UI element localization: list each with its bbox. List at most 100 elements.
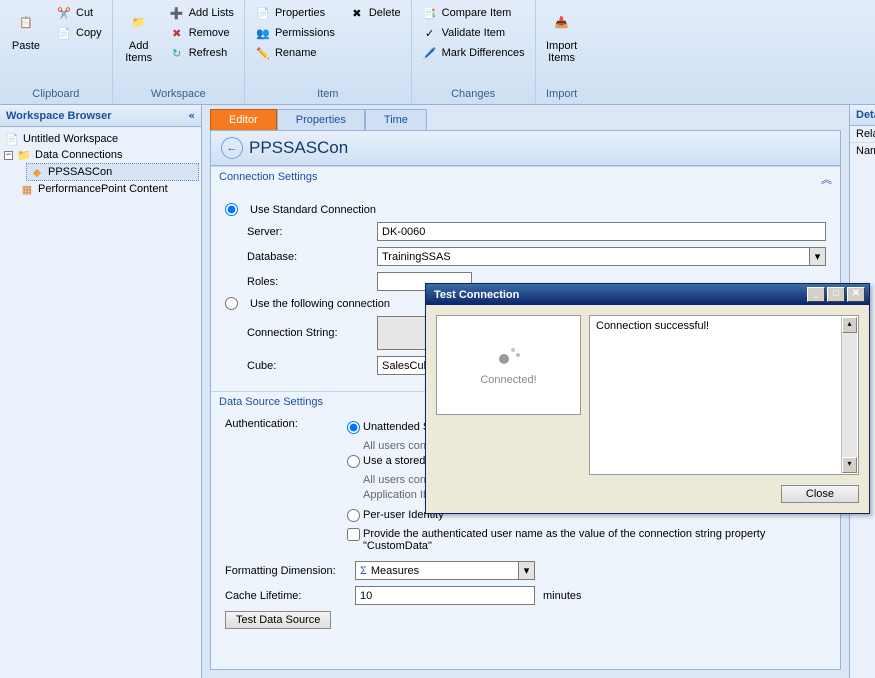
paste-icon: 📋 [10, 6, 42, 38]
compare-item-button[interactable]: 📑Compare Item [418, 4, 529, 22]
paste-label: Paste [12, 40, 40, 52]
item-group-label: Item [251, 86, 405, 104]
changes-group-label: Changes [418, 86, 529, 104]
add-items-button[interactable]: 📁 Add Items [119, 2, 159, 64]
import-items-label: Import Items [546, 40, 577, 64]
tree-node-ppc-label: PerformancePoint Content [38, 183, 168, 195]
collapse-icon[interactable]: « [188, 109, 195, 122]
use-following-connection-label: Use the following connection [250, 298, 390, 310]
tab-time[interactable]: Time [365, 109, 427, 130]
remove-label: Remove [189, 27, 230, 39]
dialog-close-button[interactable]: ✕ [847, 287, 865, 302]
properties-label: Properties [275, 7, 325, 19]
import-icon: 📥 [546, 6, 578, 38]
section-collapse-icon[interactable]: ︽ [821, 171, 832, 187]
cache-lifetime-input[interactable] [355, 586, 535, 605]
workspace-browser-header: Workspace Browser « [0, 105, 201, 127]
tree-node-workspace-label: Untitled Workspace [23, 133, 118, 145]
workspace-group-label: Workspace [119, 86, 238, 104]
refresh-label: Refresh [189, 47, 228, 59]
auth-unattended-radio[interactable] [347, 421, 360, 434]
application-id-label: Application ID: [363, 489, 434, 501]
ribbon-group-changes: 📑Compare Item ✓Validate Item 🖊️Mark Diff… [412, 0, 536, 104]
cache-lifetime-unit: minutes [543, 590, 582, 602]
list-icon: ▦ [19, 182, 35, 196]
properties-icon: 📄 [255, 5, 271, 21]
page-title: PPSSASCon [249, 138, 348, 158]
permissions-icon: 👥 [255, 25, 271, 41]
paste-button[interactable]: 📋 Paste [6, 2, 46, 52]
workspace-tree: 📄 Untitled Workspace − 📁 Data Connection… [0, 127, 201, 201]
auth-stored-radio[interactable] [347, 455, 360, 468]
scroll-down-icon[interactable]: ▾ [842, 457, 857, 473]
copy-button[interactable]: 📄Copy [52, 24, 106, 42]
compare-icon: 📑 [422, 5, 438, 21]
validate-label: Validate Item [442, 27, 505, 39]
tab-properties[interactable]: Properties [277, 109, 365, 130]
tree-toggle-icon[interactable]: − [4, 151, 13, 160]
dialog-titlebar[interactable]: Test Connection _ □ ✕ [426, 284, 869, 305]
formatting-dimension-value: Measures [371, 565, 419, 577]
validate-item-button[interactable]: ✓Validate Item [418, 24, 529, 42]
mark-differences-button[interactable]: 🖊️Mark Differences [418, 44, 529, 62]
add-lists-label: Add Lists [189, 7, 234, 19]
dialog-status-text: Connected! [480, 374, 536, 386]
dialog-message-box: Connection successful! ▴ ▾ [589, 315, 859, 475]
rename-label: Rename [275, 47, 317, 59]
tabstrip: Editor Properties Time [202, 105, 849, 130]
clipboard-group-label: Clipboard [6, 86, 106, 104]
dialog-message-text: Connection successful! [596, 320, 709, 332]
database-label: Database: [247, 251, 369, 263]
customdata-checkbox[interactable] [347, 528, 360, 541]
tree-node-workspace[interactable]: 📄 Untitled Workspace [2, 131, 199, 147]
test-data-source-button[interactable]: Test Data Source [225, 611, 331, 629]
delete-button[interactable]: ✖Delete [345, 4, 405, 22]
workspace-browser-title: Workspace Browser [6, 110, 112, 122]
permissions-button[interactable]: 👥 Permissions [251, 24, 339, 42]
use-following-connection-radio[interactable] [225, 297, 238, 310]
details-title: Details [850, 105, 875, 126]
dialog-maximize-button[interactable]: □ [827, 287, 845, 302]
tree-node-dc-label: Data Connections [35, 149, 122, 161]
mark-diff-icon: 🖊️ [422, 45, 438, 61]
add-items-label: Add Items [125, 40, 152, 64]
import-items-button[interactable]: 📥 Import Items [542, 2, 582, 64]
formatting-dimension-dropdown[interactable]: ΣMeasures ▾ [355, 561, 535, 580]
database-value: TrainingSSAS [382, 251, 451, 263]
delete-icon: ✖ [349, 5, 365, 21]
page-heading: ← PPSSASCon [210, 130, 841, 166]
dialog-scrollbar[interactable]: ▴ ▾ [841, 317, 857, 473]
refresh-button[interactable]: ↻Refresh [165, 44, 238, 62]
details-name-column: Name [850, 143, 875, 159]
ribbon-group-workspace: 📁 Add Items ➕Add Lists ✖Remove ↻Refresh … [113, 0, 245, 104]
properties-button[interactable]: 📄 Properties [251, 4, 339, 22]
back-arrow-icon: ← [227, 142, 238, 154]
database-dropdown[interactable]: TrainingSSAS ▾ [377, 247, 826, 266]
tree-node-ppc[interactable]: ▦ PerformancePoint Content [2, 181, 199, 197]
roles-label: Roles: [247, 276, 369, 288]
scroll-up-icon[interactable]: ▴ [842, 317, 857, 333]
server-input[interactable] [377, 222, 826, 241]
back-button[interactable]: ← [221, 137, 243, 159]
auth-peruser-radio[interactable] [347, 509, 360, 522]
ribbon-group-clipboard: 📋 Paste ✂️Cut 📄Copy Clipboard [0, 0, 113, 104]
tree-node-ppssascon[interactable]: ◆ PPSSASCon [26, 163, 199, 181]
sigma-icon: Σ [360, 565, 367, 577]
tree-node-ppssascon-label: PPSSASCon [48, 166, 112, 178]
use-standard-connection-radio[interactable] [225, 203, 238, 216]
rename-button[interactable]: ✏️Rename [251, 44, 339, 62]
tab-editor[interactable]: Editor [210, 109, 277, 130]
connection-settings-title: Connection Settings [219, 171, 317, 187]
tree-node-data-connections[interactable]: − 📁 Data Connections [2, 147, 199, 163]
dialog-minimize-button[interactable]: _ [807, 287, 825, 302]
dialog-close-action-button[interactable]: Close [781, 485, 859, 503]
cube-label: Cube: [247, 360, 369, 372]
cut-button[interactable]: ✂️Cut [52, 4, 106, 22]
connection-string-label: Connection String: [247, 327, 369, 339]
permissions-label: Permissions [275, 27, 335, 39]
spinner-icon [497, 344, 521, 368]
add-lists-button[interactable]: ➕Add Lists [165, 4, 238, 22]
remove-button[interactable]: ✖Remove [165, 24, 238, 42]
cut-icon: ✂️ [56, 5, 72, 21]
workspace-icon: 📄 [4, 132, 20, 146]
